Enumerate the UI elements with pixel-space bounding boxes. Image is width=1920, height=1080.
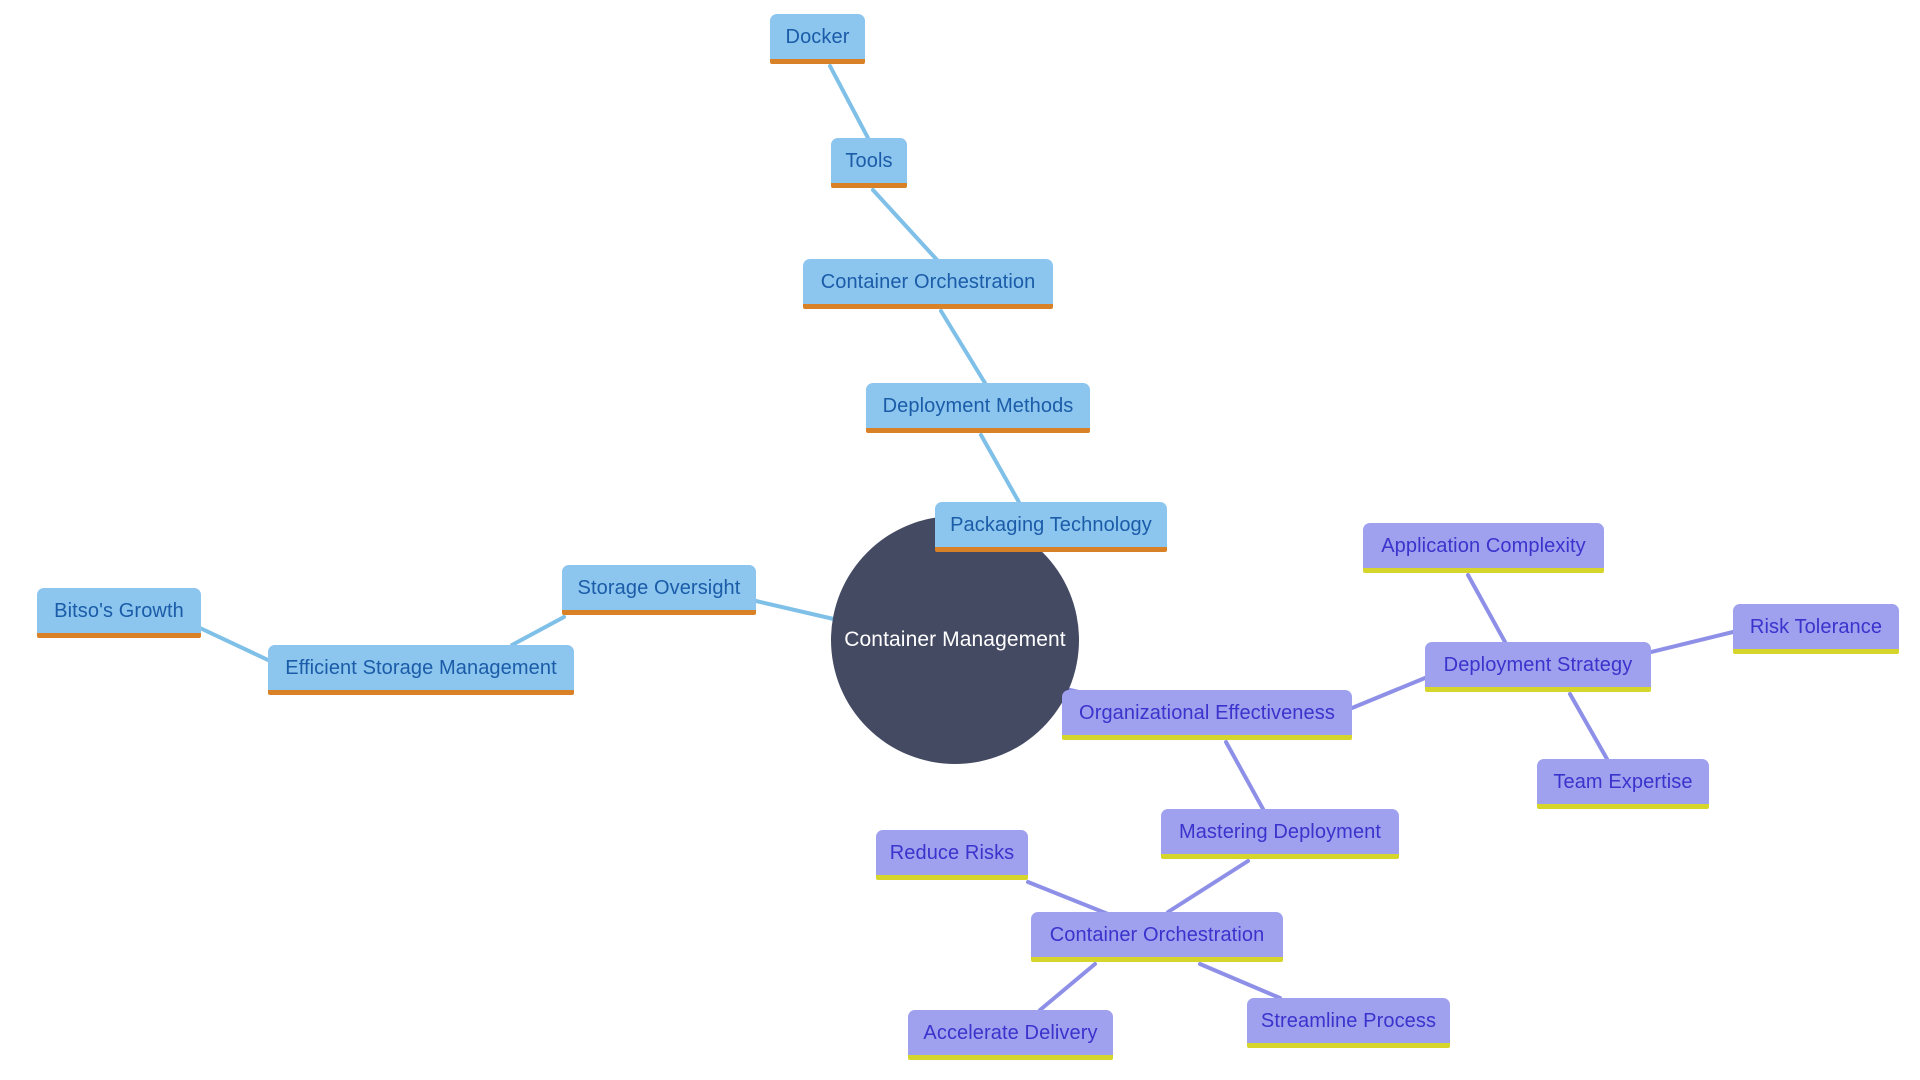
node-label-accelerate-delivery: Accelerate Delivery	[923, 1021, 1098, 1044]
node-bitsos-growth[interactable]: Bitso's Growth	[37, 588, 201, 638]
node-docker[interactable]: Docker	[770, 14, 865, 64]
node-label-risk-tolerance: Risk Tolerance	[1749, 615, 1883, 638]
edge-tools-to-container-orch-blue	[871, 188, 940, 263]
edge-docker-to-tools	[828, 64, 870, 140]
edge-container-orch-purple-to-streamline-process	[1198, 962, 1282, 1000]
edge-org-effectiveness-to-deployment-strategy	[1350, 676, 1427, 710]
edge-reduce-risks-to-container-orch-purple	[1026, 880, 1110, 916]
root-node-label: Container Management	[844, 628, 1066, 651]
node-risk-tolerance[interactable]: Risk Tolerance	[1733, 604, 1899, 654]
node-streamline-process[interactable]: Streamline Process	[1247, 998, 1450, 1048]
edge-efficient-storage-to-bitsos-growth	[198, 626, 270, 662]
node-team-expertise[interactable]: Team Expertise	[1537, 759, 1709, 809]
edge-deployment-strategy-to-risk-tolerance	[1649, 630, 1735, 654]
edge-container-orch-purple-to-accelerate-delivery	[1038, 962, 1097, 1012]
node-label-application-complexity: Application Complexity	[1381, 534, 1586, 557]
node-tools[interactable]: Tools	[831, 138, 907, 188]
node-deployment-methods[interactable]: Deployment Methods	[866, 383, 1090, 433]
node-label-mastering-deployment: Mastering Deployment	[1178, 820, 1382, 843]
node-application-complexity[interactable]: Application Complexity	[1363, 523, 1604, 573]
root-node-container-management[interactable]: Container Management	[831, 516, 1079, 764]
node-label-docker: Docker	[785, 25, 850, 48]
edge-deployment-strategy-to-team-expertise	[1568, 692, 1609, 761]
edge-org-effectiveness-to-mastering-deployment	[1224, 740, 1265, 811]
node-label-efficient-storage: Efficient Storage Management	[285, 656, 557, 679]
edge-root-to-storage-oversight	[754, 599, 840, 622]
node-label-team-expertise: Team Expertise	[1553, 770, 1693, 793]
node-container-orch-purple[interactable]: Container Orchestration	[1031, 912, 1283, 962]
edge-deployment-methods-to-packaging-technology	[979, 433, 1022, 506]
node-label-container-orch-purple: Container Orchestration	[1049, 923, 1265, 946]
node-label-deployment-methods: Deployment Methods	[882, 394, 1074, 417]
edge-container-orch-blue-to-deployment-methods	[939, 309, 987, 385]
node-label-container-orch-blue: Container Orchestration	[820, 270, 1036, 293]
node-label-tools: Tools	[845, 149, 893, 172]
node-label-packaging-technology: Packaging Technology	[950, 513, 1152, 536]
node-mastering-deployment[interactable]: Mastering Deployment	[1161, 809, 1399, 859]
node-label-bitsos-growth: Bitso's Growth	[54, 599, 184, 622]
edge-mastering-deployment-to-container-orch-purple	[1166, 859, 1250, 914]
edge-deployment-strategy-to-application-complexity	[1466, 573, 1507, 644]
mind-map-canvas: Container Management Docker Tools Container…	[0, 0, 1920, 1080]
node-efficient-storage[interactable]: Efficient Storage Management	[268, 645, 574, 695]
edge-storage-oversight-to-efficient-storage	[510, 615, 566, 647]
node-storage-oversight[interactable]: Storage Oversight	[562, 565, 756, 615]
node-label-org-effectiveness: Organizational Effectiveness	[1079, 701, 1335, 724]
node-reduce-risks[interactable]: Reduce Risks	[876, 830, 1028, 880]
node-deployment-strategy[interactable]: Deployment Strategy	[1425, 642, 1651, 692]
node-label-deployment-strategy: Deployment Strategy	[1443, 653, 1633, 676]
node-accelerate-delivery[interactable]: Accelerate Delivery	[908, 1010, 1113, 1060]
node-label-storage-oversight: Storage Oversight	[577, 576, 741, 599]
node-label-streamline-process: Streamline Process	[1260, 1009, 1437, 1032]
node-org-effectiveness[interactable]: Organizational Effectiveness	[1062, 690, 1352, 740]
node-packaging-technology[interactable]: Packaging Technology	[935, 502, 1167, 552]
node-label-reduce-risks: Reduce Risks	[889, 841, 1015, 864]
node-container-orch-blue[interactable]: Container Orchestration	[803, 259, 1053, 309]
